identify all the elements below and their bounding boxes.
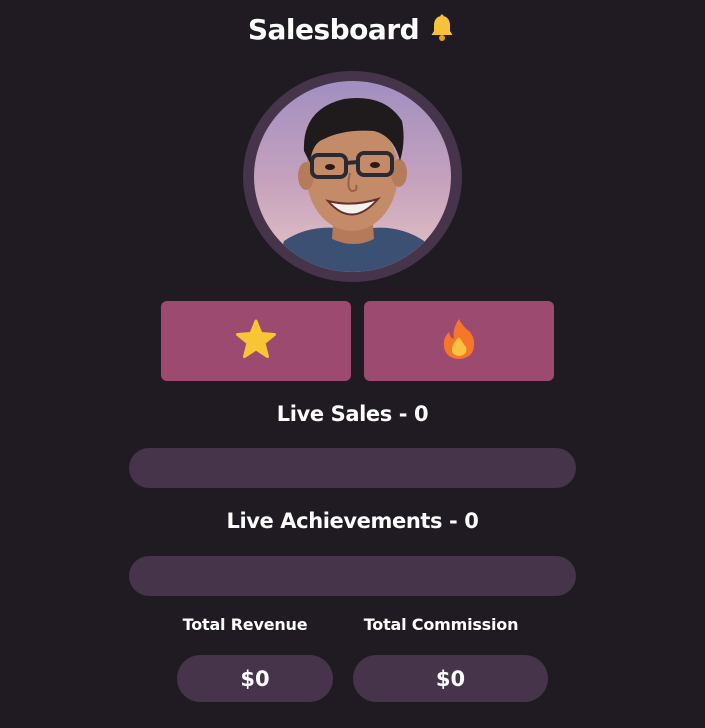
total-commission-value: $0 <box>353 655 548 702</box>
star-reaction-button[interactable] <box>161 301 351 381</box>
total-revenue-value: $0 <box>177 655 333 702</box>
live-achievements-label: Live Achievements - 0 <box>226 509 479 533</box>
live-sales-label: Live Sales - 0 <box>276 402 429 426</box>
total-revenue-label: Total Revenue <box>182 615 308 634</box>
star-icon <box>235 318 277 364</box>
fire-reaction-button[interactable] <box>364 301 554 381</box>
avatar <box>254 81 451 272</box>
total-commission-label: Total Commission <box>363 615 519 634</box>
avatar-frame <box>243 71 462 282</box>
live-achievements-feed <box>129 556 576 596</box>
live-sales-feed <box>129 448 576 488</box>
page-title: Salesboard <box>0 12 705 52</box>
bell-icon <box>427 13 457 52</box>
page-title-text: Salesboard <box>247 13 420 46</box>
fire-icon <box>441 317 477 365</box>
